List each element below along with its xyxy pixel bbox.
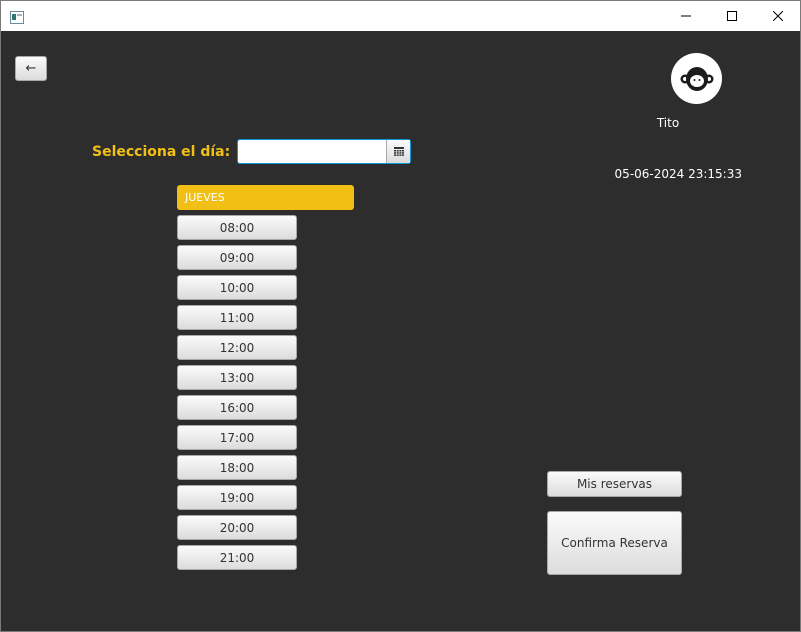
- time-slot-button[interactable]: 18:00: [177, 455, 297, 480]
- close-button[interactable]: [755, 1, 801, 31]
- close-icon: [773, 11, 783, 21]
- maximize-button[interactable]: [709, 1, 755, 31]
- time-slot-button[interactable]: 11:00: [177, 305, 297, 330]
- date-input[interactable]: [239, 141, 385, 162]
- datetime-label: 05-06-2024 23:15:33: [614, 167, 742, 181]
- time-slot-button[interactable]: 10:00: [177, 275, 297, 300]
- time-slot-button[interactable]: 17:00: [177, 425, 297, 450]
- time-slot-button[interactable]: 19:00: [177, 485, 297, 510]
- time-slot-button[interactable]: 16:00: [177, 395, 297, 420]
- time-slot-button[interactable]: 08:00: [177, 215, 297, 240]
- time-slot-button[interactable]: 13:00: [177, 365, 297, 390]
- app-window-icon: [10, 9, 24, 24]
- my-bookings-button[interactable]: Mis reservas: [547, 471, 682, 497]
- time-slot-button[interactable]: 21:00: [177, 545, 297, 570]
- avatar: [671, 53, 722, 104]
- main-content: ← Tito 05-06-2024 23:15:33 Selecciona el…: [1, 31, 800, 631]
- minimize-icon: [681, 15, 691, 17]
- app-window: ← Tito 05-06-2024 23:15:33 Selecciona el…: [0, 0, 801, 632]
- time-slot-button[interactable]: 12:00: [177, 335, 297, 360]
- date-picker[interactable]: [237, 139, 411, 164]
- confirm-booking-button[interactable]: Confirma Reserva: [547, 511, 682, 575]
- monkey-icon: [680, 66, 713, 91]
- time-slot-button[interactable]: 09:00: [177, 245, 297, 270]
- day-header: JUEVES: [177, 185, 354, 210]
- title-bar: [1, 1, 800, 31]
- back-button[interactable]: ←: [15, 56, 47, 81]
- maximize-icon: [727, 11, 737, 21]
- calendar-button[interactable]: [386, 140, 410, 163]
- username-label: Tito: [656, 116, 680, 130]
- select-day-label: Selecciona el día:: [92, 144, 231, 160]
- minimize-button[interactable]: [663, 1, 709, 31]
- time-slot-button[interactable]: 20:00: [177, 515, 297, 540]
- calendar-icon: [393, 147, 404, 156]
